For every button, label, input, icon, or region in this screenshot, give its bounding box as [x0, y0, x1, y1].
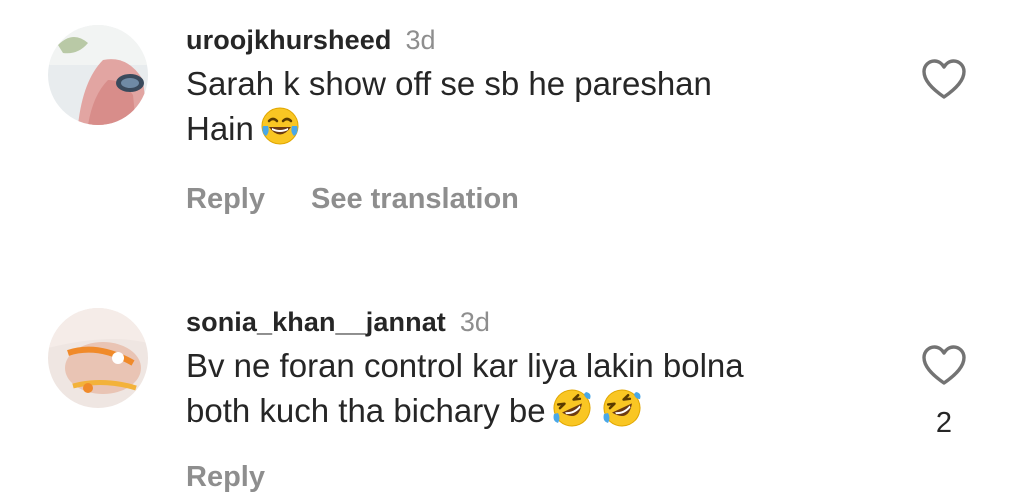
- rolling-on-the-floor-laughing-icon: [552, 388, 592, 439]
- username[interactable]: sonia_khan__jannat: [186, 307, 446, 338]
- reply-button[interactable]: Reply: [186, 183, 265, 216]
- timestamp: 3d: [459, 306, 490, 337]
- avatar[interactable]: [48, 25, 148, 125]
- face-with-tears-of-joy-icon: [260, 106, 300, 157]
- like-count[interactable]: 2: [918, 407, 970, 440]
- reply-button[interactable]: Reply: [186, 461, 265, 494]
- see-translation-button[interactable]: See translation: [311, 183, 519, 216]
- avatar[interactable]: [48, 308, 148, 408]
- comment-text: Bv ne foran control kar liya lakin bolna…: [186, 344, 914, 439]
- comment-text-line: Hain: [186, 110, 254, 147]
- comments-list: uroojkhursheed 3d Sarah k show off se sb…: [0, 0, 1024, 504]
- comment-text-line: both kuch tha bichary be: [186, 392, 546, 429]
- rolling-on-the-floor-laughing-icon: [602, 388, 642, 439]
- comment-text-line: Bv ne foran control kar liya lakin bolna: [186, 347, 744, 384]
- comment-text: Sarah k show off se sb he pareshan Hain: [186, 62, 914, 157]
- heart-icon[interactable]: [918, 58, 970, 105]
- comment-text-line: Sarah k show off se sb he pareshan: [186, 65, 712, 102]
- heart-icon[interactable]: [918, 344, 970, 391]
- username[interactable]: uroojkhursheed: [186, 25, 391, 56]
- timestamp: 3d: [405, 24, 436, 55]
